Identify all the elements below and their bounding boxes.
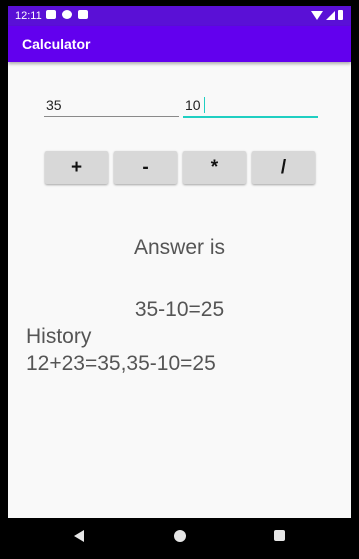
- app-title: Calculator: [22, 36, 91, 52]
- signal-icon: [326, 10, 335, 20]
- add-button[interactable]: +: [45, 151, 108, 184]
- notification-icon: [46, 10, 56, 19]
- app-screen: 12:11 Calculator + - * / Answer is 35-10…: [8, 6, 351, 518]
- phone-frame: 12:11 Calculator + - * / Answer is 35-10…: [0, 0, 359, 559]
- navigation-bar: [8, 518, 351, 554]
- history-label: History: [26, 325, 92, 348]
- back-icon[interactable]: [74, 530, 84, 542]
- status-icons-right: [311, 10, 343, 20]
- history-value: 12+23=35,35-10=25: [26, 352, 216, 375]
- answer-value: 35-10=25: [134, 298, 225, 321]
- battery-icon: [338, 10, 343, 20]
- wifi-icon: [311, 10, 323, 20]
- status-time: 12:11: [15, 10, 42, 22]
- sd-card-icon: [78, 10, 88, 19]
- divide-button[interactable]: /: [252, 151, 315, 184]
- first-number-input[interactable]: [44, 94, 179, 117]
- app-bar: Calculator: [8, 26, 351, 62]
- status-icons-left: [46, 10, 88, 19]
- multiply-button[interactable]: *: [183, 151, 246, 184]
- notification-icon: [62, 10, 72, 19]
- status-bar: 12:11: [8, 6, 351, 26]
- recents-icon[interactable]: [274, 530, 285, 541]
- text-cursor: [204, 97, 205, 113]
- subtract-button[interactable]: -: [114, 151, 177, 184]
- answer-label: Answer is: [133, 236, 226, 259]
- home-icon[interactable]: [174, 530, 186, 542]
